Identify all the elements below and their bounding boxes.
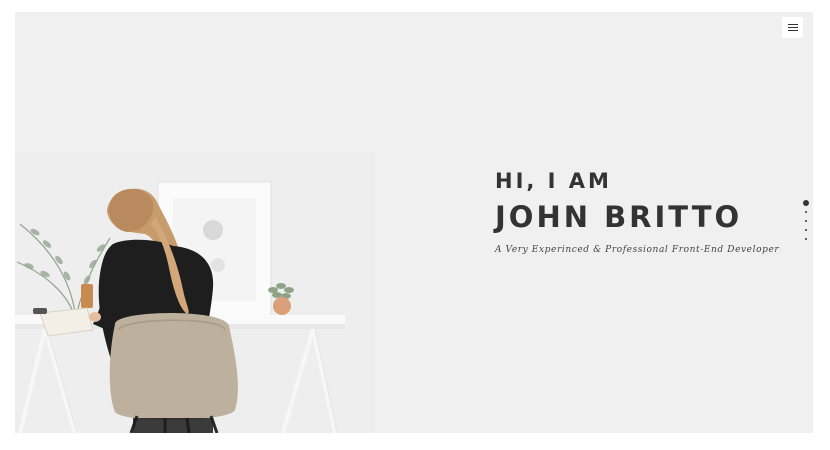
hero-section: HI, I AM JOHN BRITTO A Very Experinced &… [15, 12, 813, 433]
pagination-dot[interactable] [805, 238, 807, 240]
pagination-dot[interactable] [805, 220, 807, 222]
pagination-dot[interactable] [805, 229, 807, 231]
menu-button[interactable] [782, 17, 803, 38]
hero-greeting: HI, I AM [495, 169, 612, 193]
hero-name: JOHN BRITTO [495, 200, 743, 234]
hero-tagline: A Very Experinced & Professional Front-E… [495, 245, 780, 255]
section-pagination [801, 200, 811, 247]
hero-intro: HI, I AM JOHN BRITTO A Very Experinced &… [495, 167, 779, 255]
hamburger-menu-icon [787, 24, 798, 31]
pagination-dot[interactable] [805, 211, 807, 213]
pagination-dot[interactable] [803, 200, 809, 206]
